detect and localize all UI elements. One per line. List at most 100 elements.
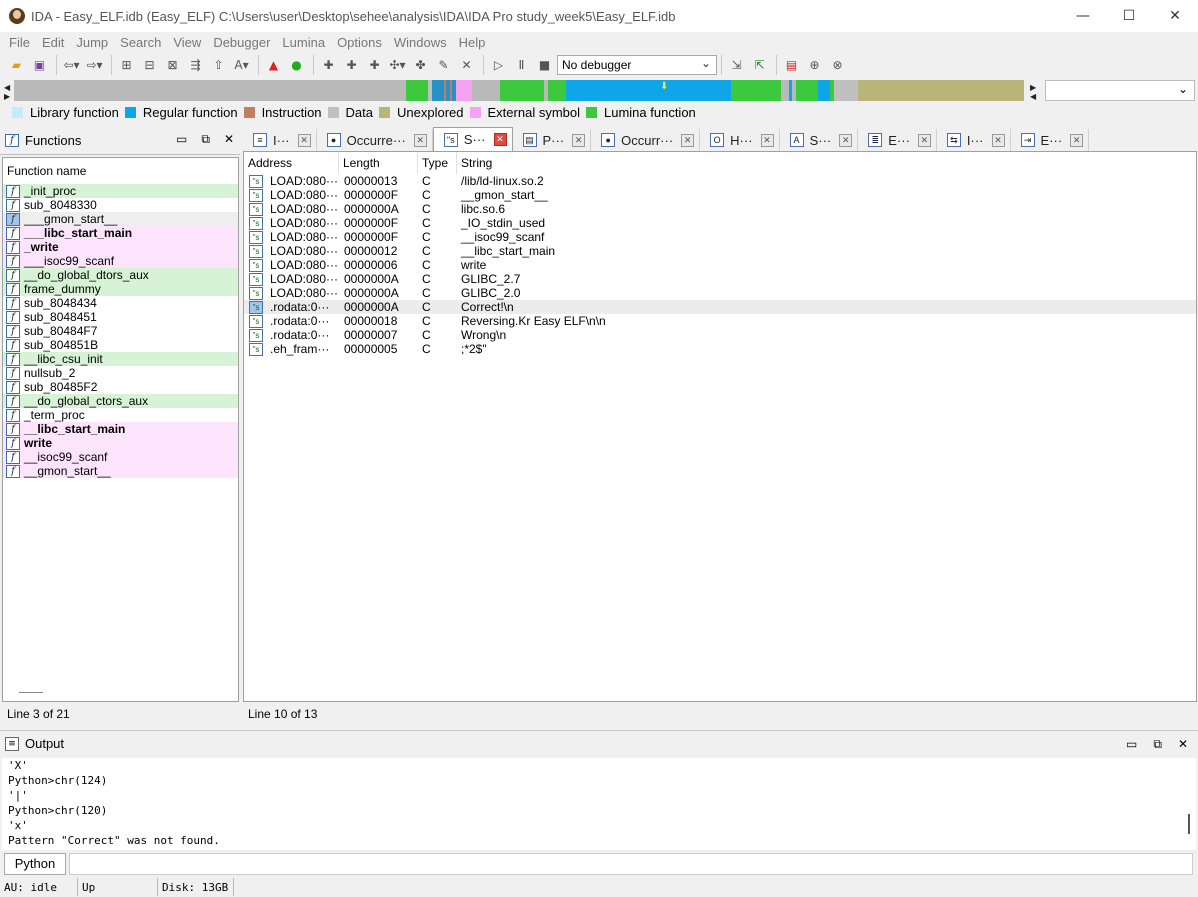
code-icon[interactable]: ⇶ xyxy=(185,55,206,76)
nav-combo[interactable] xyxy=(1045,80,1195,101)
tab-close-icon[interactable]: ✕ xyxy=(493,133,507,146)
menu-help[interactable]: Help xyxy=(453,35,492,50)
function-row[interactable]: f __libc_start_main xyxy=(3,422,238,436)
menu-search[interactable]: Search xyxy=(114,35,167,50)
view-tab[interactable]: ▤ P··· ✕ xyxy=(513,129,592,151)
plugin-add-icon[interactable]: ⊕ xyxy=(804,55,825,76)
output-log[interactable]: 'X' Python>chr(124) '|' Python>chr(120) … xyxy=(2,758,1186,850)
function-row[interactable]: f nullsub_2 xyxy=(3,366,238,380)
green-circle-icon[interactable]: ● xyxy=(286,55,307,76)
maximize-button[interactable]: ☐ xyxy=(1106,0,1152,32)
menu-edit[interactable]: Edit xyxy=(36,35,70,50)
string-row[interactable]: "s LOAD:080··· 00000012 C __libc_start_main xyxy=(244,244,1196,258)
column-string[interactable]: String xyxy=(457,152,757,174)
menu-view[interactable]: View xyxy=(167,35,207,50)
view-tab[interactable]: "s S··· ✕ xyxy=(432,127,513,151)
view-tab[interactable]: ≡ I··· ✕ xyxy=(243,129,317,151)
output-maximize-icon[interactable]: ▭ xyxy=(1126,737,1137,752)
attach-icon[interactable]: ⇲ xyxy=(726,55,747,76)
close-button[interactable]: ✕ xyxy=(1152,0,1198,32)
save-icon[interactable]: ▣ xyxy=(29,55,50,76)
menu-jump[interactable]: Jump xyxy=(70,35,114,50)
view-tab[interactable]: A S··· ✕ xyxy=(780,129,859,151)
nav-left-arrow-icon[interactable]: ◀ ▶ xyxy=(4,83,10,101)
function-row[interactable]: f sub_8048451 xyxy=(3,310,238,324)
panel-float-icon[interactable]: ⧉ xyxy=(201,132,210,147)
menu-file[interactable]: File xyxy=(3,35,36,50)
function-row[interactable]: f sub_8048330 xyxy=(3,198,238,212)
tab-close-icon[interactable]: ✕ xyxy=(991,133,1005,147)
pause-icon[interactable]: Ⅱ xyxy=(511,55,532,76)
string-row[interactable]: "s .rodata:0··· 00000007 C Wrong\n xyxy=(244,328,1196,342)
functions-list[interactable]: Function name f _init_proc f sub_8048330 f __… xyxy=(2,157,239,702)
function-row[interactable]: f __gmon_start__ xyxy=(3,464,238,478)
tab-close-icon[interactable]: ✕ xyxy=(572,133,586,147)
output-scrollbar[interactable] xyxy=(1186,758,1196,850)
function-row[interactable]: f __libc_csu_init xyxy=(3,352,238,366)
column-type[interactable]: Type xyxy=(418,152,457,174)
view-tab[interactable]: ● Occurr··· ✕ xyxy=(591,129,701,151)
text-view-icon[interactable]: ⊟ xyxy=(139,55,160,76)
string-row[interactable]: "s LOAD:080··· 00000013 C/lib/ld-linux.so.2 xyxy=(244,174,1196,188)
open-folder-icon[interactable]: ▰ xyxy=(6,55,27,76)
view-tab[interactable]: ⇆ I··· ✕ xyxy=(937,129,1011,151)
function-row[interactable]: f frame_dummy xyxy=(3,282,238,296)
view-tab[interactable]: O H··· ✕ xyxy=(700,129,780,151)
tab-close-icon[interactable]: ✕ xyxy=(760,133,774,147)
string-row[interactable]: "s .rodata:0··· 00000018 C Reversing.Kr Easy… xyxy=(244,314,1196,328)
hex-view-icon[interactable]: ⊞ xyxy=(116,55,137,76)
back-arrow-icon[interactable]: ⇦▾ xyxy=(61,55,82,76)
font-icon[interactable]: A▾ xyxy=(231,55,252,76)
menu-debugger[interactable]: Debugger xyxy=(207,35,276,50)
tab-close-icon[interactable]: ✕ xyxy=(681,133,695,147)
string-row[interactable]: "s LOAD:080··· 0000000F C __gmon_start__ xyxy=(244,188,1196,202)
command-input[interactable] xyxy=(69,852,1193,875)
nav-right-arrow-icon[interactable]: ▶ ◀ xyxy=(1030,83,1036,101)
add-string-icon[interactable]: ✚ xyxy=(364,55,385,76)
plugin-remove-icon[interactable]: ⊗ xyxy=(827,55,848,76)
function-row[interactable]: f write xyxy=(3,436,238,450)
tab-close-icon[interactable]: ✕ xyxy=(917,133,931,147)
function-row[interactable]: f sub_80484F7 xyxy=(3,324,238,338)
output-float-icon[interactable]: ⧉ xyxy=(1153,737,1162,752)
string-row[interactable]: "s LOAD:080··· 0000000A C GLIBC_2.7 xyxy=(244,272,1196,286)
edit-icon[interactable]: ✎ xyxy=(433,55,454,76)
view-tab[interactable]: ≣ E··· ✕ xyxy=(858,129,937,151)
scroll-handle[interactable] xyxy=(19,692,43,693)
string-row[interactable]: "s .rodata:0··· 0000000A C Correct!\n xyxy=(244,300,1196,314)
panel-maximize-icon[interactable]: ▭ xyxy=(176,132,187,147)
function-row[interactable]: f _init_proc xyxy=(3,184,238,198)
tab-close-icon[interactable]: ✕ xyxy=(297,133,311,147)
string-row[interactable]: "s LOAD:080··· 0000000A Clibc.so.6 xyxy=(244,202,1196,216)
output-close-icon[interactable]: ✕ xyxy=(1178,737,1188,752)
function-row[interactable]: f ___isoc99_scanf xyxy=(3,254,238,268)
menu-options[interactable]: Options xyxy=(331,35,388,50)
tab-close-icon[interactable]: ✕ xyxy=(839,133,853,147)
string-row[interactable]: "s LOAD:080··· 0000000A C GLIBC_2.0 xyxy=(244,286,1196,300)
tab-close-icon[interactable]: ✕ xyxy=(413,133,427,147)
debugger-select[interactable]: No debugger xyxy=(557,55,717,75)
add-data-icon[interactable]: ✚ xyxy=(341,55,362,76)
navigation-band[interactable]: ⬇ xyxy=(14,80,1024,101)
string-row[interactable]: "s LOAD:080··· 00000006 Cwrite xyxy=(244,258,1196,272)
python-lang-button[interactable]: Python xyxy=(4,852,66,875)
add-enum-icon[interactable]: ✤ xyxy=(410,55,431,76)
string-row[interactable]: "s LOAD:080··· 0000000F C _IO_stdin_used xyxy=(244,216,1196,230)
function-name-column[interactable]: Function name xyxy=(3,158,238,184)
column-address[interactable]: Address xyxy=(244,152,339,174)
panel-close-icon[interactable]: ✕ xyxy=(224,132,234,147)
string-row[interactable]: "s LOAD:080··· 0000000F C __isoc99_scanf xyxy=(244,230,1196,244)
run-icon[interactable]: ⇱ xyxy=(749,55,770,76)
warning-icon[interactable]: ▲ xyxy=(263,55,284,76)
function-row[interactable]: f sub_80485F2 xyxy=(3,380,238,394)
add-code-icon[interactable]: ✚ xyxy=(318,55,339,76)
play-icon[interactable]: ▷ xyxy=(488,55,509,76)
function-row[interactable]: f _write xyxy=(3,240,238,254)
string-row[interactable]: "s .eh_fram··· 00000005 C ;*2$" xyxy=(244,342,1196,356)
function-row[interactable]: f __do_global_ctors_aux xyxy=(3,394,238,408)
add-struct-icon[interactable]: ✣▾ xyxy=(387,55,408,76)
function-row[interactable]: f _term_proc xyxy=(3,408,238,422)
delete-icon[interactable]: ✕ xyxy=(456,55,477,76)
menu-lumina[interactable]: Lumina xyxy=(276,35,331,50)
function-row[interactable]: f __isoc99_scanf xyxy=(3,450,238,464)
